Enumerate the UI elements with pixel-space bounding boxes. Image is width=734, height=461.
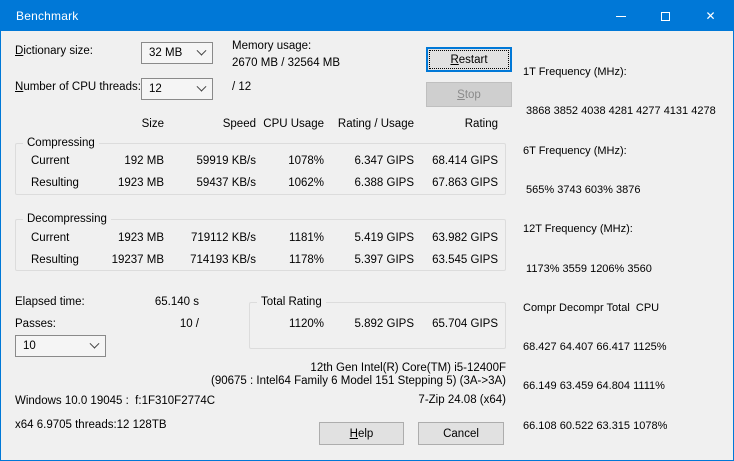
col-header-rating: Rating xyxy=(464,118,498,130)
restart-button[interactable]: Restart xyxy=(426,47,512,72)
elapsed-time-value: 65.140 s xyxy=(154,296,199,308)
passes-value: 10 / xyxy=(179,318,199,330)
passes-combo-value: 10 xyxy=(23,340,36,352)
cpu-threads-value: 12 xyxy=(149,83,162,95)
stop-button[interactable]: Stop xyxy=(426,82,512,107)
dialog-client-area: Dictionary size: 32 MB Memory usage: 267… xyxy=(1,31,733,460)
total-cpu-usage: 1120% xyxy=(289,318,324,330)
results-row: 66.108 60.522 63.315 1078% xyxy=(523,419,668,432)
total-rating-usage: 5.892 GIPS xyxy=(354,318,414,330)
titlebar[interactable]: Benchmark ✕ xyxy=(1,1,733,31)
table-row: Current 192 MB 59919 KB/s 1078% 6.347 GI… xyxy=(31,155,498,167)
minimize-button[interactable] xyxy=(598,1,643,31)
caption-buttons: ✕ xyxy=(598,1,733,31)
frequency-results-panel: 1T Frequency (MHz): 3868 3852 4038 4281 … xyxy=(523,40,731,460)
minimize-icon xyxy=(615,15,626,17)
results-row: 66.149 63.459 64.804 1111% xyxy=(523,380,665,393)
runtime-info: x64 6.9705 threads:12 128TB xyxy=(15,419,167,431)
table-row: Current 1923 MB 719112 KB/s 1181% 5.419 … xyxy=(31,232,498,244)
chevron-down-icon xyxy=(190,45,212,57)
cancel-button[interactable]: Cancel xyxy=(418,422,504,445)
memory-usage-label: Memory usage: xyxy=(232,40,312,52)
total-rating-row: 1120% 5.892 GIPS 65.704 GIPS xyxy=(249,318,498,330)
col-header-cpu-usage: CPU Usage xyxy=(263,118,324,130)
dictionary-size-label: Dictionary size: xyxy=(15,45,93,57)
close-icon: ✕ xyxy=(705,9,716,23)
maximize-button[interactable] xyxy=(643,1,688,31)
compressing-group-label: Compressing xyxy=(23,137,99,149)
dictionary-size-select[interactable]: 32 MB xyxy=(141,42,213,64)
freq-line: 1173% 3559 1206% 3560 xyxy=(523,262,652,275)
freq-line: 3868 3852 4038 4281 4277 4131 4278 xyxy=(523,105,716,118)
os-info: Windows 10.0 19045 : f:1F310F2774C xyxy=(15,395,216,407)
table-row: Resulting 19237 MB 714193 KB/s 1178% 5.3… xyxy=(31,254,498,266)
col-header-speed: Speed xyxy=(222,118,256,130)
cpu-threads-label: Number of CPU threads: xyxy=(15,81,141,93)
help-button[interactable]: Help xyxy=(319,422,404,445)
freq-line: 565% 3743 603% 3876 xyxy=(523,184,641,197)
passes-label: Passes: xyxy=(15,318,56,330)
window-title: Benchmark xyxy=(16,9,79,23)
chevron-down-icon xyxy=(83,338,105,350)
col-header-rating-usage: Rating / Usage xyxy=(337,118,414,130)
cpu-name-line: 12th Gen Intel(R) Core(TM) i5-12400F xyxy=(310,362,506,374)
chevron-down-icon xyxy=(190,81,212,93)
passes-select[interactable]: 10 xyxy=(15,335,106,357)
cpu-threads-max: / 12 xyxy=(232,81,252,93)
results-header: Compr Decompr Total CPU xyxy=(523,301,660,314)
bench-table-header: Size Speed CPU Usage Rating / Usage Rati… xyxy=(23,118,498,130)
memory-usage-value: 2670 MB / 32564 MB xyxy=(232,57,341,69)
freq-line: 12T Frequency (MHz): xyxy=(523,223,633,236)
cpu-threads-select[interactable]: 12 xyxy=(141,78,213,100)
total-rating-value: 65.704 GIPS xyxy=(432,318,498,330)
cpu-id-line: (90675 : Intel64 Family 6 Model 151 Step… xyxy=(210,375,506,387)
table-row: Resulting 1923 MB 59437 KB/s 1062% 6.388… xyxy=(31,177,498,189)
col-header-size: Size xyxy=(141,118,164,130)
dictionary-size-value: 32 MB xyxy=(149,47,183,59)
close-button[interactable]: ✕ xyxy=(688,1,733,31)
maximize-icon xyxy=(661,11,670,21)
total-rating-group-label: Total Rating xyxy=(257,296,326,308)
decompressing-group-label: Decompressing xyxy=(23,213,111,225)
freq-line: 6T Frequency (MHz): xyxy=(523,144,627,157)
elapsed-time-label: Elapsed time: xyxy=(15,296,85,308)
freq-line: 1T Frequency (MHz): xyxy=(523,66,627,79)
results-row: 68.427 64.407 66.417 1125% xyxy=(523,341,667,354)
benchmark-dialog: Benchmark ✕ Dictionary size: 32 MB Memor… xyxy=(0,0,734,461)
